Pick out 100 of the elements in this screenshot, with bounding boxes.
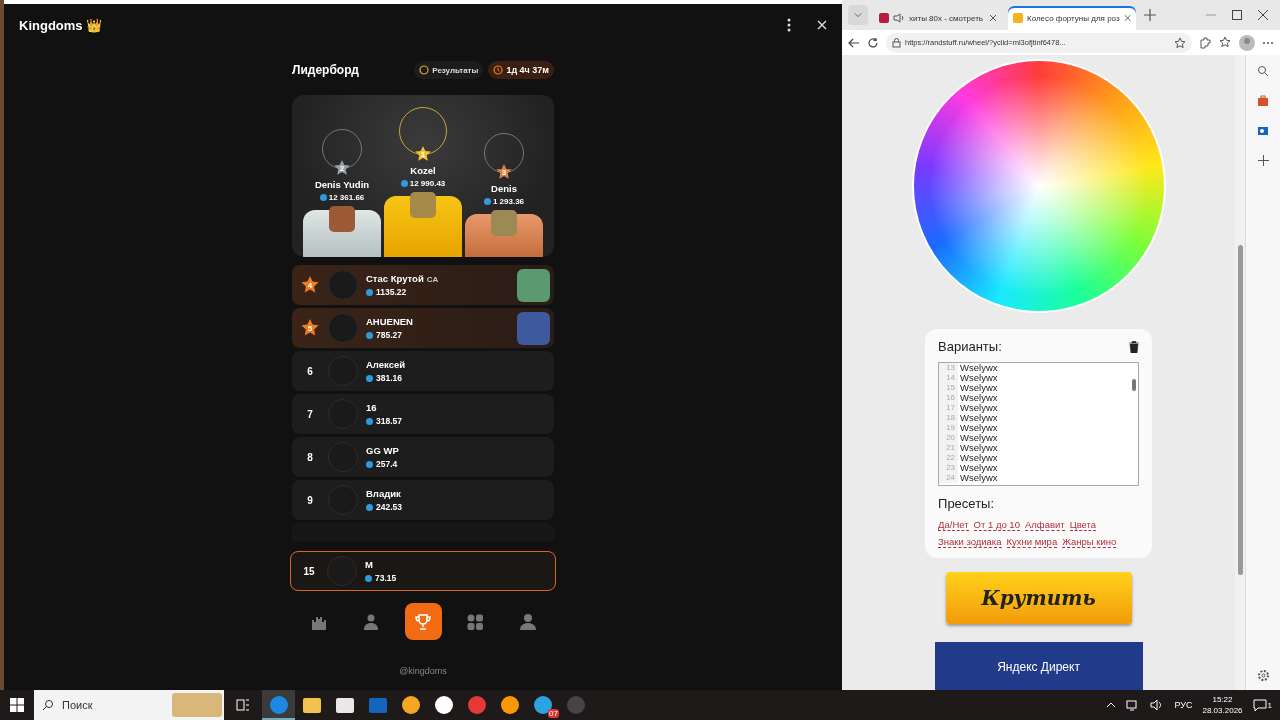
preset-link[interactable]: Алфавит (1024, 519, 1065, 531)
notification-count: 1 (1267, 700, 1272, 710)
preset-link[interactable]: Кухни мира (1006, 536, 1058, 548)
leaderboard-row[interactable]: 4 Стас Крутой CA 1135.22 (292, 265, 554, 305)
variant-text: Wselywx (959, 433, 998, 443)
profile-avatar-icon[interactable] (1239, 34, 1255, 51)
search-icon (42, 699, 54, 711)
player-score: 1135.22 (366, 287, 509, 297)
player-score: 12 361.66 (319, 193, 365, 202)
rank-star: 4 (300, 275, 320, 295)
back-icon[interactable] (848, 36, 860, 49)
profile-icon (518, 612, 537, 631)
favicon-icon (1013, 13, 1023, 23)
trophy-icon (414, 612, 432, 631)
trash-icon[interactable] (1129, 340, 1140, 353)
clock[interactable]: 15:22 28.03.2026 (1202, 694, 1243, 716)
grid-icon (466, 612, 485, 631)
task-view-icon[interactable] (236, 699, 250, 711)
prize-item-icon (517, 268, 550, 302)
rank-star: 5 (300, 318, 320, 338)
prize-item-icon (491, 210, 517, 236)
leaderboard-row[interactable]: 8 GG WP 257.4 (292, 437, 554, 477)
rank-number: 8 (306, 451, 314, 463)
leaderboard-row[interactable]: 5 AHUENEN 785.27 (292, 308, 554, 348)
add-icon[interactable] (1257, 155, 1269, 166)
results-button[interactable]: Результаты (414, 61, 484, 79)
more-icon[interactable] (787, 18, 791, 32)
line-number: 21 (939, 443, 959, 453)
taskbar-search-field[interactable]: Поиск (34, 690, 224, 720)
variants-field[interactable]: 13 Wselywx 14 Wselywx 15 Wselywx 16 Wselywx 17 Wselywx 18 Wselywx 19 Wselywx 20 Wselywx 21 Wselywx 22 Wselywx 23 Wselywx 24 Wselywx (938, 362, 1140, 486)
unread-badge: 07 (548, 709, 559, 718)
preset-link[interactable]: Цвета (1069, 519, 1097, 531)
rank-number: 9 (306, 494, 314, 506)
reload-icon[interactable] (867, 36, 879, 49)
browser-tab[interactable]: хиты 80х - смотреть (874, 6, 1002, 30)
player-name: Стас Крутой (366, 273, 424, 284)
variant-text: Wselywx (959, 393, 998, 403)
prize-item-icon (410, 192, 436, 218)
search-icon[interactable] (1257, 65, 1270, 77)
preset-link[interactable]: От 1 до 10 (973, 519, 1020, 531)
player-score: 785.27 (366, 330, 509, 340)
leaderboard-row[interactable]: 6 Алексей 381.16 (292, 351, 554, 391)
player-name: Kozel (410, 165, 436, 176)
notifications-button[interactable]: 1 (1252, 698, 1272, 712)
preset-link[interactable]: Жанры кино (1062, 536, 1117, 548)
leaderboard-row[interactable]: 7 16 318.57 (292, 394, 554, 434)
player-score: 1 293.36 (483, 197, 525, 206)
windows-start-icon[interactable] (10, 698, 24, 712)
line-number: 18 (939, 413, 959, 423)
line-number: 13 (939, 363, 959, 373)
presets-label: Пресеты: (938, 496, 996, 511)
variant-text: Wselywx (959, 383, 998, 393)
coin-icon (419, 65, 430, 75)
variant-text: Wselywx (959, 363, 998, 373)
line-number: 14 (939, 373, 959, 383)
preset-link[interactable]: Да/Нет (938, 519, 969, 531)
search-placeholder: Поиск (62, 699, 94, 711)
variant-text: Wselywx (959, 403, 998, 413)
line-number: 20 (939, 433, 959, 443)
maximize-icon[interactable] (1232, 10, 1242, 20)
settings-icon[interactable] (1256, 669, 1270, 682)
spin-button[interactable]: Крутить (945, 572, 1132, 624)
trophy-tab[interactable] (404, 603, 442, 640)
bison-illustration (172, 693, 222, 717)
player-name: Владик (366, 488, 401, 499)
player-name: M (365, 559, 374, 570)
outlook-icon[interactable] (1257, 125, 1270, 137)
browser-tab[interactable]: Колесо фортуны для роз (1008, 6, 1136, 30)
leaderboard-row[interactable]: 9 Владик 242.53 (292, 480, 554, 520)
variant-text: Wselywx (959, 453, 998, 463)
star-icon[interactable] (1174, 36, 1186, 49)
favorites-icon[interactable] (1219, 36, 1232, 49)
taskbar-button[interactable]: 07 (526, 690, 559, 720)
lock-icon (892, 37, 901, 48)
language-indicator[interactable]: РУС (1174, 700, 1193, 710)
close-icon[interactable] (1258, 10, 1268, 20)
rank-number: 6 (306, 365, 314, 377)
rank-number: 7 (306, 408, 314, 420)
new-tab-icon[interactable] (1144, 9, 1156, 21)
current-user-row[interactable]: 15 M 73.15 (290, 551, 556, 591)
variant-text: Wselywx (959, 473, 998, 483)
time-text: 15:22 (1212, 694, 1233, 705)
leaderboard-title: Лидерборд (292, 63, 359, 77)
avatar-circle (328, 270, 358, 300)
ad-banner[interactable]: Яндекс Директ (934, 642, 1143, 690)
rank-number: 15 (302, 565, 316, 577)
preset-link[interactable]: Знаки зодиака (938, 536, 1002, 548)
line-number: 16 (939, 393, 959, 403)
close-icon[interactable] (989, 14, 997, 22)
variants-label: Варианты: (938, 339, 1002, 354)
briefcase-icon[interactable] (1257, 95, 1270, 107)
player-score: 73.15 (365, 573, 551, 583)
handle-text: @kingdoms (398, 666, 448, 676)
date-text: 28.03.2026 (1202, 705, 1243, 716)
chevron-down-icon (854, 12, 862, 18)
avatar-circle (328, 313, 358, 343)
variant-text: Wselywx (959, 373, 998, 383)
extensions-icon[interactable] (1199, 36, 1212, 49)
chevron-up-icon[interactable] (1106, 702, 1117, 708)
favicon-icon (879, 13, 889, 23)
